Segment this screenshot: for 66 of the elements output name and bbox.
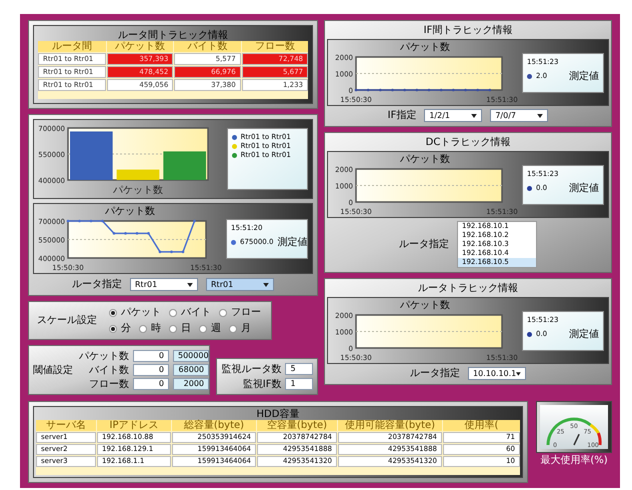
- radio-button[interactable]: バイト: [169, 307, 211, 318]
- column-header: バイト数: [174, 41, 241, 52]
- chart-title: パケット数: [400, 154, 450, 165]
- radio-button[interactable]: パケット: [109, 307, 161, 318]
- panel-title: ルータ間トラヒック情報: [117, 30, 229, 41]
- field-label: 監視ルータ数: [221, 364, 282, 374]
- setting-label: スケール設定: [37, 315, 97, 326]
- chart-title: パケット数: [400, 300, 450, 311]
- column-header: 使用可能容量(byte): [338, 420, 442, 431]
- gauge-dial: [546, 418, 602, 446]
- spin-field[interactable]: 0: [133, 350, 169, 362]
- threshold-field[interactable]: 68000: [173, 364, 209, 376]
- column-header: IPアドレス: [97, 420, 171, 431]
- radio-button[interactable]: 分: [109, 323, 131, 334]
- selector-label: ルータ指定: [410, 368, 460, 379]
- gauge-needle: [573, 434, 580, 446]
- threshold-field[interactable]: 500000: [173, 350, 209, 362]
- panel-title: DCトラヒック情報: [426, 137, 510, 148]
- radio-button[interactable]: 時: [139, 323, 161, 334]
- dropdown[interactable]: 10.10.10.1: [468, 367, 526, 380]
- caret-icon: [471, 114, 478, 118]
- setting-label: 閾値設定: [33, 364, 73, 376]
- column-header: 使用率(: [443, 420, 520, 431]
- selector-label: ルータ指定: [399, 239, 449, 250]
- panel-title: HDD容量: [256, 409, 300, 420]
- field-label: バイト数: [88, 364, 129, 376]
- chart-title: パケット数: [105, 206, 155, 217]
- column-header: 総容量(byte): [172, 420, 256, 431]
- field-label: フロー数: [88, 378, 129, 390]
- count-field[interactable]: 1: [285, 378, 313, 390]
- caret-icon: [537, 114, 544, 118]
- panel-title: ルータトラヒック情報: [418, 283, 518, 294]
- count-field[interactable]: 5: [285, 363, 313, 375]
- legend-label: 測定値: [569, 329, 599, 340]
- legend-label: 測定値: [569, 71, 599, 82]
- column-header: 空容量(byte): [257, 420, 337, 431]
- gauge-caption: 最大使用率(%): [540, 455, 608, 466]
- bar: [116, 170, 160, 180]
- column-header: パケット数: [107, 41, 174, 52]
- dropdown[interactable]: Rtr01: [130, 278, 198, 291]
- bar: [70, 131, 113, 180]
- legend-label: 測定値: [277, 237, 308, 248]
- spin-field[interactable]: 0: [133, 378, 169, 390]
- field-label: 監視IF数: [242, 378, 282, 390]
- selector-label: IF指定: [388, 110, 416, 121]
- radio-button[interactable]: フロー: [219, 307, 261, 318]
- column-header: ルータ間: [38, 41, 106, 52]
- dropdown[interactable]: 7/0/7: [490, 109, 548, 122]
- radio-button[interactable]: 月: [229, 323, 251, 334]
- radio-button[interactable]: 日: [169, 323, 191, 334]
- radio-button[interactable]: 週: [199, 323, 221, 334]
- dropdown[interactable]: 1/2/1: [424, 109, 482, 122]
- threshold-field[interactable]: 2000: [173, 378, 209, 390]
- legend-label: 測定値: [569, 183, 599, 194]
- panel-title: IF間トラヒック情報: [424, 25, 512, 36]
- caret-icon: [187, 282, 193, 286]
- selector-label: ルータ指定: [72, 279, 122, 290]
- dropdown[interactable]: Rtr01: [206, 278, 274, 291]
- column-header: サーバ名: [36, 420, 96, 431]
- field-label: パケット数: [78, 350, 129, 362]
- caret-icon: [263, 282, 269, 286]
- caret-icon: [516, 372, 521, 376]
- bar: [163, 151, 206, 180]
- column-header: フロー数: [242, 41, 308, 52]
- spin-field[interactable]: 0: [133, 364, 169, 376]
- chart-title: パケット数: [400, 42, 450, 53]
